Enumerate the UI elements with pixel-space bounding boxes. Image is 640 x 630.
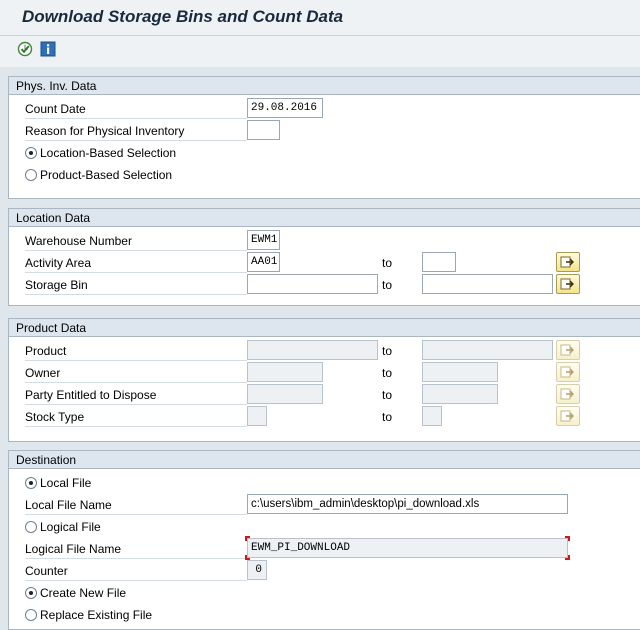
- radio-selected-icon: [25, 587, 37, 599]
- destination-group: Destination Local File Local File Name c…: [8, 450, 640, 630]
- activity-area-to-field[interactable]: [422, 252, 456, 272]
- party-entitled-label: Party Entitled to Dispose: [25, 385, 247, 405]
- reason-label: Reason for Physical Inventory: [25, 121, 247, 141]
- to-label: to: [382, 278, 393, 292]
- radio-label: Local File: [40, 476, 92, 490]
- owner-label: Owner: [25, 363, 247, 383]
- warehouse-number-label: Warehouse Number: [25, 231, 247, 251]
- group-header: Product Data: [9, 319, 640, 337]
- radio-unselected-icon: [25, 169, 37, 181]
- stock-type-to-field: [422, 406, 442, 426]
- radio-unselected-icon: [25, 609, 37, 621]
- location-based-radio[interactable]: Location-Based Selection: [25, 143, 176, 163]
- logical-file-name-label: Logical File Name: [25, 539, 247, 559]
- party-entitled-to-field: [422, 384, 498, 404]
- storage-bin-label: Storage Bin: [25, 275, 247, 295]
- product-from-field: [247, 340, 378, 360]
- activity-area-label: Activity Area: [25, 253, 247, 273]
- storage-bin-from-field[interactable]: [247, 274, 378, 294]
- replace-existing-file-radio[interactable]: Replace Existing File: [25, 605, 152, 625]
- count-date-field[interactable]: 29.08.2016: [247, 98, 323, 118]
- counter-field: 0: [247, 560, 267, 580]
- location-group: Location Data Warehouse Number EWM1 Acti…: [8, 208, 640, 306]
- radio-label: Location-Based Selection: [40, 146, 177, 160]
- required-marker-icon: [565, 536, 570, 541]
- product-group: Product Data Product to Owner to Party E…: [8, 318, 640, 442]
- group-header: Destination: [9, 451, 640, 469]
- multiple-selection-arrow-icon[interactable]: [556, 252, 580, 272]
- to-label: to: [382, 366, 393, 380]
- warehouse-number-field[interactable]: EWM1: [247, 230, 280, 250]
- stock-type-from-field: [247, 406, 267, 426]
- multiple-selection-arrow-icon: [556, 362, 580, 382]
- local-file-name-label: Local File Name: [25, 495, 247, 515]
- radio-unselected-icon: [25, 521, 37, 533]
- radio-label: Create New File: [40, 586, 127, 600]
- page-title: Download Storage Bins and Count Data: [22, 7, 344, 26]
- radio-label: Replace Existing File: [40, 608, 153, 622]
- to-label: to: [382, 344, 393, 358]
- multiple-selection-arrow-icon[interactable]: [556, 274, 580, 294]
- info-icon[interactable]: [40, 41, 56, 57]
- reason-field[interactable]: [247, 120, 280, 140]
- to-label: to: [382, 410, 393, 424]
- radio-label: Product-Based Selection: [40, 168, 173, 182]
- stock-type-label: Stock Type: [25, 407, 247, 427]
- required-marker-icon: [565, 555, 570, 560]
- create-new-file-radio[interactable]: Create New File: [25, 583, 126, 603]
- group-header: Phys. Inv. Data: [9, 77, 640, 95]
- owner-to-field: [422, 362, 498, 382]
- to-label: to: [382, 388, 393, 402]
- local-file-name-field[interactable]: c:\users\ibm_admin\desktop\pi_download.x…: [247, 494, 568, 514]
- logical-file-radio[interactable]: Logical File: [25, 517, 101, 537]
- local-file-radio[interactable]: Local File: [25, 473, 91, 493]
- execute-clock-icon[interactable]: [17, 41, 33, 57]
- phys-inv-group: Phys. Inv. Data Count Date 29.08.2016 Re…: [8, 76, 640, 199]
- multiple-selection-arrow-icon: [556, 406, 580, 426]
- count-date-label: Count Date: [25, 99, 247, 119]
- application-toolbar: [0, 36, 640, 67]
- product-to-field: [422, 340, 553, 360]
- required-marker-icon: [245, 536, 250, 541]
- to-label: to: [382, 256, 393, 270]
- title-bar: Download Storage Bins and Count Data: [0, 0, 640, 36]
- radio-label: Logical File: [40, 520, 101, 534]
- activity-area-from-field[interactable]: AA01: [247, 252, 280, 272]
- multiple-selection-arrow-icon: [556, 340, 580, 360]
- group-header: Location Data: [9, 209, 640, 227]
- product-based-radio[interactable]: Product-Based Selection: [25, 165, 172, 185]
- radio-selected-icon: [25, 477, 37, 489]
- product-label: Product: [25, 341, 247, 361]
- owner-from-field: [247, 362, 323, 382]
- counter-label: Counter: [25, 561, 247, 581]
- multiple-selection-arrow-icon: [556, 384, 580, 404]
- storage-bin-to-field[interactable]: [422, 274, 553, 294]
- party-entitled-from-field: [247, 384, 323, 404]
- radio-selected-icon: [25, 147, 37, 159]
- logical-file-name-field[interactable]: EWM_PI_DOWNLOAD: [247, 538, 568, 558]
